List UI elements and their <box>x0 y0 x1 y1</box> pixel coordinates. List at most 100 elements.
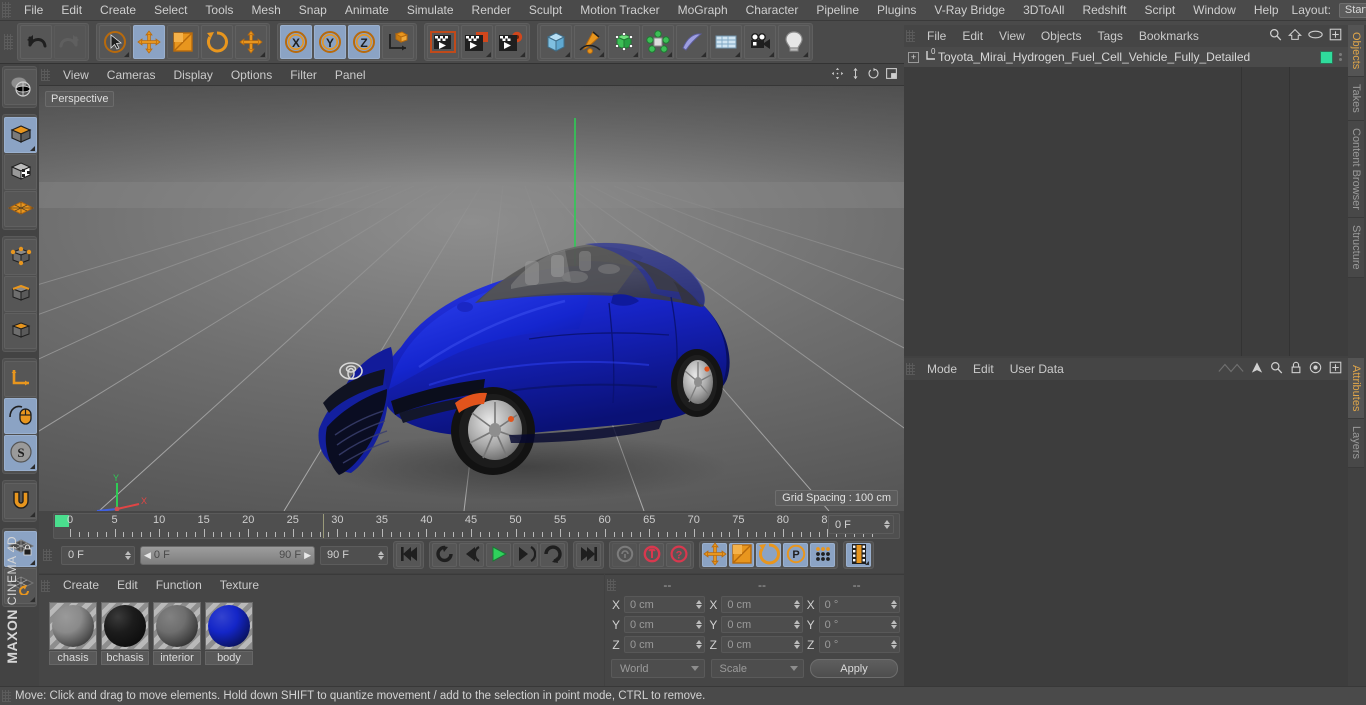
expand-icon[interactable] <box>1329 361 1342 377</box>
step-forward-button[interactable] <box>513 543 538 567</box>
menu-item-pipeline[interactable]: Pipeline <box>807 0 868 21</box>
object-tree[interactable]: + 0 Toyota_Mirai_Hydrogen_Fuel_Cell_Vehi… <box>904 47 1348 356</box>
size-z-spinner[interactable] <box>788 640 800 649</box>
menu-grip[interactable] <box>2 2 11 18</box>
coordinates-grip[interactable] <box>607 579 616 591</box>
material-item[interactable]: bchasis <box>101 602 149 665</box>
search-icon[interactable] <box>1270 361 1283 377</box>
add-spline-button[interactable] <box>574 25 606 59</box>
add-camera-button[interactable] <box>744 25 776 59</box>
coordinates-apply-button[interactable]: Apply <box>810 659 898 678</box>
menu-item-redshift[interactable]: Redshift <box>1073 0 1135 21</box>
redo-button[interactable] <box>54 25 86 59</box>
viewport-menu-cameras[interactable]: Cameras <box>98 64 165 86</box>
attribute-menu-mode[interactable]: Mode <box>919 358 965 380</box>
rotation-x-field[interactable]: 0 ° <box>818 596 900 613</box>
position-x-field[interactable]: 0 cm <box>624 596 706 613</box>
key-position-button[interactable] <box>702 541 727 567</box>
make-editable-button[interactable] <box>4 69 37 105</box>
timeline-ruler[interactable]: 051015202530354045505560657075808590 <box>53 513 900 539</box>
viewport-menu-view[interactable]: View <box>54 64 98 86</box>
toolbar-grip[interactable] <box>4 34 13 50</box>
position-x-spinner[interactable] <box>690 600 703 609</box>
autokey-button[interactable] <box>612 543 637 567</box>
menu-item-simulate[interactable]: Simulate <box>398 0 463 21</box>
rotation-x-spinner[interactable] <box>885 600 897 609</box>
move-tool[interactable] <box>133 25 165 59</box>
current-frame-field[interactable]: 0 F <box>61 545 135 565</box>
menu-item-tools[interactable]: Tools <box>196 0 242 21</box>
add-nurbs-button[interactable] <box>608 25 640 59</box>
expand-toggle-icon[interactable]: + <box>908 51 919 63</box>
rotate-tool[interactable] <box>201 25 233 59</box>
material-menu-create[interactable]: Create <box>54 575 108 596</box>
play-button[interactable] <box>486 543 511 567</box>
menu-item-render[interactable]: Render <box>463 0 520 21</box>
menu-item-help[interactable]: Help <box>1245 0 1288 21</box>
lock-y-axis[interactable]: Y <box>314 25 346 59</box>
search-icon[interactable] <box>1269 28 1282 44</box>
object-visibility-dots[interactable] <box>1339 53 1342 61</box>
vtab-layers[interactable]: Layers <box>1348 419 1364 468</box>
menu-item-create[interactable]: Create <box>91 0 145 21</box>
edges-mode-button[interactable] <box>4 276 37 312</box>
texture-mode-button[interactable] <box>4 154 37 190</box>
position-z-field[interactable]: 0 cm <box>624 636 706 653</box>
lock-x-axis[interactable]: X <box>280 25 312 59</box>
position-y-spinner[interactable] <box>690 620 703 629</box>
layout-select[interactable]: Startup <box>1338 2 1366 18</box>
viewport-menu-display[interactable]: Display <box>164 64 221 86</box>
material-swatch[interactable] <box>205 602 253 650</box>
add-array-button[interactable] <box>642 25 674 59</box>
loop-button[interactable] <box>432 543 457 567</box>
attribute-menu-edit[interactable]: Edit <box>965 358 1002 380</box>
key-parameter-button[interactable]: P <box>783 543 808 567</box>
keyframe-selection-button[interactable]: ? <box>666 543 691 567</box>
current-frame-spinner[interactable] <box>119 550 131 560</box>
vtab-content-browser[interactable]: Content Browser <box>1348 121 1364 218</box>
pan-icon[interactable] <box>831 67 844 83</box>
menu-item-window[interactable]: Window <box>1184 0 1245 21</box>
goto-start-button[interactable] <box>396 543 421 567</box>
menu-item-mograph[interactable]: MoGraph <box>669 0 737 21</box>
home-icon[interactable] <box>1288 28 1302 44</box>
attribute-manager-grip[interactable] <box>906 363 915 375</box>
coord-transform-select[interactable]: Scale <box>710 659 804 678</box>
viewport-menu-options[interactable]: Options <box>222 64 281 86</box>
size-y-spinner[interactable] <box>788 620 800 629</box>
timeline-playhead[interactable] <box>323 514 324 538</box>
status-grip[interactable] <box>2 690 11 702</box>
max-frame-spinner[interactable] <box>372 550 384 560</box>
object-axis-mode-button[interactable] <box>4 361 37 397</box>
material-item[interactable]: interior <box>153 602 201 665</box>
size-x-field[interactable]: 0 cm <box>721 596 803 613</box>
animation-layers-button[interactable] <box>846 543 871 567</box>
range-right-arrow-icon[interactable]: ▶ <box>301 550 311 561</box>
material-menu-texture[interactable]: Texture <box>211 575 268 596</box>
expand-icon[interactable] <box>1329 28 1342 44</box>
material-swatch[interactable] <box>153 602 201 650</box>
key-rotation-button[interactable] <box>756 542 781 567</box>
material-swatch[interactable] <box>49 602 97 650</box>
menu-item-select[interactable]: Select <box>145 0 196 21</box>
object-manager-menu-bookmarks[interactable]: Bookmarks <box>1131 25 1207 47</box>
size-y-field[interactable]: 0 cm <box>721 616 803 633</box>
viewport-menu-grip[interactable] <box>41 68 50 81</box>
key-pla-button[interactable] <box>810 543 835 567</box>
menu-item-edit[interactable]: Edit <box>52 0 91 21</box>
menu-item-character[interactable]: Character <box>737 0 808 21</box>
rotation-y-spinner[interactable] <box>885 620 897 629</box>
menu-item-sculpt[interactable]: Sculpt <box>520 0 571 21</box>
vtab-structure[interactable]: Structure <box>1348 217 1364 278</box>
timeline-grip[interactable] <box>43 549 52 561</box>
position-z-spinner[interactable] <box>690 640 703 649</box>
key-scale-button[interactable] <box>729 543 754 567</box>
menu-item-plugins[interactable]: Plugins <box>868 0 925 21</box>
menu-item-animate[interactable]: Animate <box>336 0 398 21</box>
coord-system-select[interactable]: World <box>611 659 705 678</box>
object-manager-menu-edit[interactable]: Edit <box>954 25 991 47</box>
preview-range-slider[interactable]: ◀ 0 F 90 F ▶ <box>140 545 315 565</box>
step-back-button[interactable] <box>459 543 484 567</box>
viewport-3d-canvas[interactable]: Perspective Y X Grid Spacing: 100 cm <box>39 86 904 511</box>
size-z-field[interactable]: 0 cm <box>721 636 803 653</box>
